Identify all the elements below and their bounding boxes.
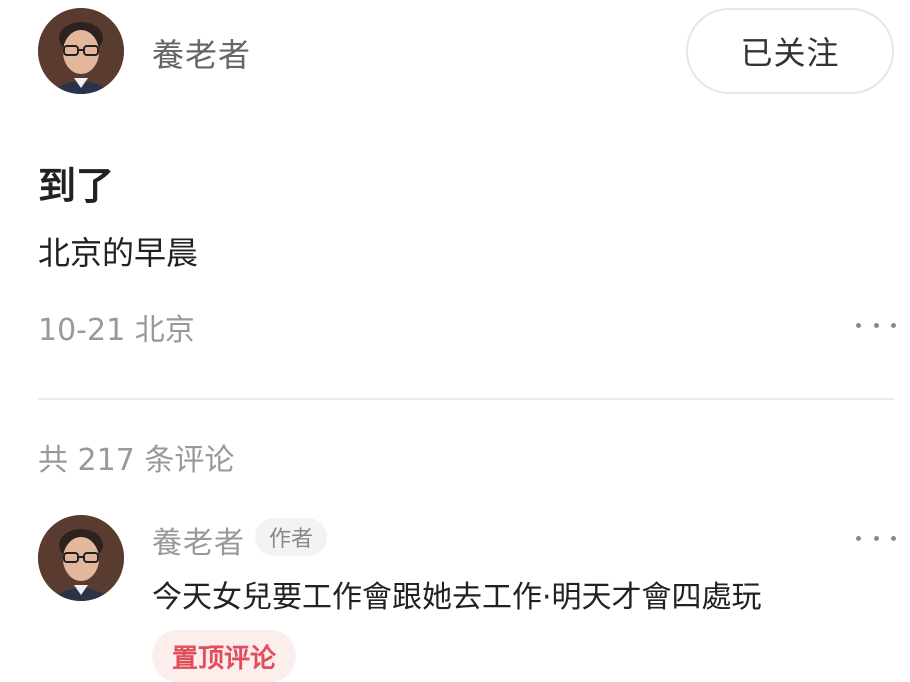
pinned-comment-badge: 置顶评论 (152, 630, 297, 682)
post-meta: 10-21 北京 (38, 305, 195, 349)
comment-author-name[interactable]: 養老者 (152, 518, 245, 562)
comment-author-avatar[interactable] (38, 515, 124, 601)
post-title: 到了 (38, 164, 115, 208)
post-author-name[interactable]: 養老者 (152, 30, 251, 76)
user-avatar-icon (38, 515, 124, 601)
user-avatar-icon (38, 8, 124, 94)
post-body: 北京的早晨 (38, 234, 199, 272)
follow-button[interactable]: 已关注 (686, 8, 894, 94)
comment-more-dots-icon[interactable] (856, 528, 896, 548)
divider (38, 398, 894, 400)
author-badge: 作者 (255, 518, 328, 556)
comment-text: 今天女兒要工作會跟她去工作·明天才會四處玩 (152, 580, 762, 615)
post-date: 10-21 (38, 313, 126, 348)
post-location: 北京 (134, 313, 195, 348)
post-more-dots-icon[interactable] (856, 315, 896, 335)
post-author-avatar[interactable] (38, 8, 124, 94)
comment-count: 共 217 条评论 (38, 443, 235, 478)
